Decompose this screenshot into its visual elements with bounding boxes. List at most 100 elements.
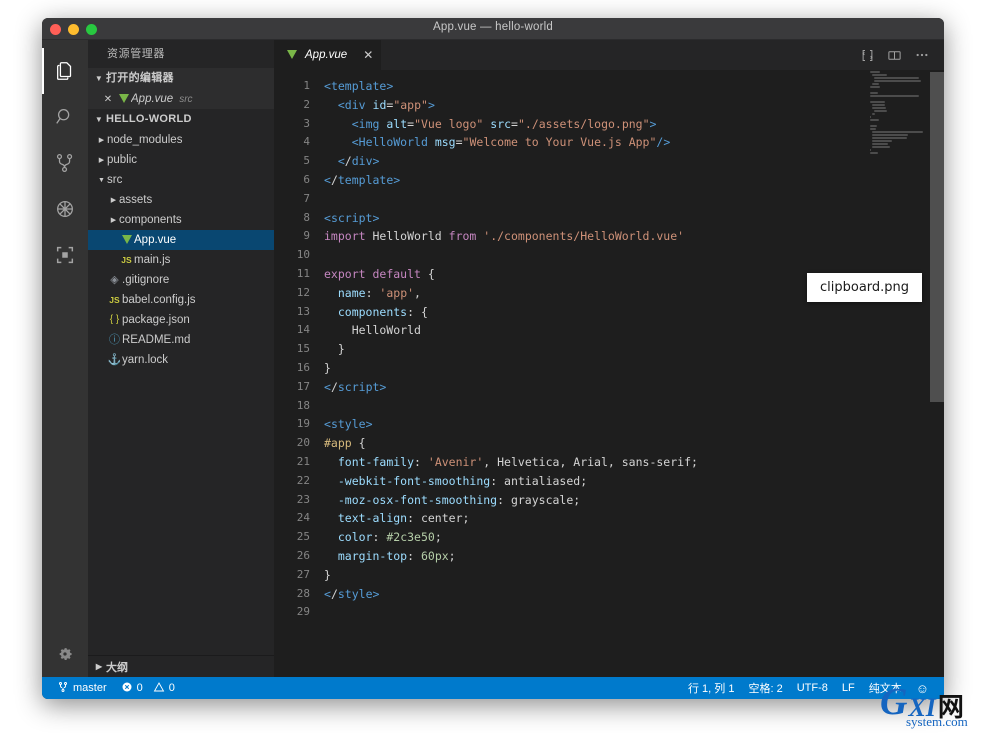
status-indentation[interactable]: 空格: 2 bbox=[741, 677, 789, 699]
line-number: 29 bbox=[296, 605, 310, 619]
tree-item-app-vue[interactable]: App.vue bbox=[88, 230, 274, 250]
watermark-g: G bbox=[880, 681, 908, 723]
screenshot-root: App.vue — hello-world 资源管理器 ▼ 打开的编辑器 ✕ A… bbox=[0, 0, 1004, 733]
activity-item-run-and-debug[interactable] bbox=[42, 186, 88, 232]
tree-item-label: yarn.lock bbox=[122, 354, 169, 366]
yarn-icon: ⚓ bbox=[107, 353, 122, 366]
open-editor-filename: App.vue bbox=[131, 93, 174, 105]
js-icon: JS bbox=[109, 294, 120, 305]
close-icon[interactable]: ✕ bbox=[100, 94, 116, 105]
code-line: components: { bbox=[337, 304, 428, 319]
tab-app-vue[interactable]: App.vue ✕ bbox=[274, 40, 383, 70]
workspace-label: HELLO-WORLD bbox=[106, 113, 192, 125]
tree-item-label: .gitignore bbox=[122, 274, 170, 286]
vue-icon bbox=[116, 93, 131, 105]
line-number: 20 bbox=[296, 436, 310, 450]
section-workspace[interactable]: ▼ HELLO-WORLD bbox=[88, 109, 274, 130]
sidebar-title: 资源管理器 bbox=[107, 48, 165, 60]
layout-icon[interactable] bbox=[887, 48, 902, 63]
source-control-icon bbox=[57, 681, 69, 696]
split-editor-icon[interactable] bbox=[860, 48, 875, 63]
code-line: text-align: center; bbox=[337, 511, 470, 526]
tree-item-yarn-lock[interactable]: ⚓ yarn.lock bbox=[88, 350, 274, 370]
warning-icon bbox=[153, 681, 165, 696]
activity-item-manage[interactable] bbox=[42, 631, 88, 677]
section-outline[interactable]: ▶ 大纲 bbox=[88, 655, 274, 677]
tree-item-package-json[interactable]: { } package.json bbox=[88, 310, 274, 330]
open-editors-label: 打开的编辑器 bbox=[106, 72, 174, 84]
more-icon[interactable] bbox=[914, 47, 930, 63]
tree-item-gitignore[interactable]: ◈ .gitignore bbox=[88, 270, 274, 290]
tree-item-label: README.md bbox=[122, 334, 191, 346]
activity-item-source-control[interactable] bbox=[42, 140, 88, 186]
tree-item-readme[interactable]: ⓘ README.md bbox=[88, 330, 274, 350]
scrollbar-thumb[interactable] bbox=[930, 72, 944, 402]
tree-item-label: main.js bbox=[134, 254, 171, 266]
code-line: </template> bbox=[324, 172, 401, 187]
line-number: 16 bbox=[296, 360, 310, 374]
status-errors[interactable]: 0 0 bbox=[114, 677, 182, 699]
tree-item-node_modules[interactable]: ▶ node_modules bbox=[88, 130, 274, 150]
tree-item-main-js[interactable]: JS main.js bbox=[88, 250, 274, 270]
line-number: 23 bbox=[296, 492, 310, 506]
status-eol[interactable]: LF bbox=[835, 677, 862, 699]
line-number-gutter: 1 2 3 4 5 6 7 8 9 10 11 12 13 14 15 16 1… bbox=[274, 70, 320, 677]
chevron-right-icon: ▶ bbox=[98, 157, 105, 164]
tree-item-label: node_modules bbox=[107, 134, 183, 146]
chevron-right-icon: ▶ bbox=[110, 197, 117, 204]
tree-item-public[interactable]: ▶ public bbox=[88, 150, 274, 170]
chevron-down-icon: ▼ bbox=[94, 74, 104, 83]
section-open-editors[interactable]: ▼ 打开的编辑器 bbox=[88, 68, 274, 89]
code-line: HelloWorld bbox=[324, 323, 421, 338]
git-icon: ◈ bbox=[110, 273, 119, 286]
js-icon: JS bbox=[121, 254, 132, 265]
status-errors-count: 0 bbox=[136, 682, 143, 694]
status-branch[interactable]: master bbox=[50, 677, 114, 699]
tree-item-label: assets bbox=[119, 194, 153, 206]
chevron-down-icon: ▼ bbox=[98, 176, 105, 184]
tree-item-label: babel.config.js bbox=[122, 294, 196, 306]
status-cursor-position[interactable]: 行 1, 列 1 bbox=[681, 677, 741, 699]
editor-vertical-scrollbar[interactable] bbox=[930, 70, 944, 677]
vue-icon bbox=[119, 234, 134, 246]
code-line: } bbox=[324, 567, 331, 582]
line-number: 1 bbox=[303, 79, 310, 92]
error-icon bbox=[121, 681, 133, 696]
debug-icon bbox=[54, 198, 76, 220]
tree-item-src[interactable]: ▼ src bbox=[88, 170, 274, 190]
source-control-icon bbox=[54, 152, 76, 174]
line-number: 4 bbox=[303, 135, 310, 149]
activity-item-extensions[interactable] bbox=[42, 232, 88, 278]
chevron-right-icon: ▶ bbox=[98, 137, 105, 144]
code-line: <img alt="Vue logo" src="./assets/logo.p… bbox=[351, 116, 657, 131]
tree-item-label: package.json bbox=[122, 314, 190, 326]
line-number: 27 bbox=[296, 567, 310, 581]
explorer-sidebar: 资源管理器 ▼ 打开的编辑器 ✕ App.vue src ▼ HELLO-WOR… bbox=[88, 40, 274, 677]
activity-item-explorer[interactable] bbox=[42, 48, 88, 94]
tree-item-assets[interactable]: ▶ assets bbox=[88, 190, 274, 210]
open-editor-folder: src bbox=[179, 93, 193, 105]
code-content[interactable]: <template> <div id="app"> <img alt="Vue … bbox=[320, 70, 944, 677]
window-body: 资源管理器 ▼ 打开的编辑器 ✕ App.vue src ▼ HELLO-WOR… bbox=[42, 40, 944, 677]
open-editor-item-appvue[interactable]: ✕ App.vue src bbox=[88, 89, 274, 109]
activity-item-search[interactable] bbox=[42, 94, 88, 140]
line-number: 6 bbox=[303, 172, 310, 186]
clipboard-filename-tooltip: clipboard.png bbox=[807, 273, 923, 302]
tree-item-babel-config[interactable]: JS babel.config.js bbox=[88, 290, 274, 310]
vscode-window: App.vue — hello-world 资源管理器 ▼ 打开的编辑器 ✕ A… bbox=[42, 18, 944, 699]
code-line: font-family: 'Avenir', Helvetica, Arial,… bbox=[337, 454, 698, 469]
line-number: 15 bbox=[296, 342, 310, 356]
editor-area[interactable]: 1 2 3 4 5 6 7 8 9 10 11 12 13 14 15 16 1… bbox=[274, 70, 944, 677]
editor-actions bbox=[860, 40, 944, 70]
close-icon[interactable]: ✕ bbox=[363, 48, 373, 62]
code-line: <div id="app"> bbox=[337, 97, 435, 112]
code-line: #app { bbox=[324, 436, 366, 451]
line-number: 19 bbox=[296, 417, 310, 431]
code-line: color: #2c3e50; bbox=[337, 530, 442, 545]
status-encoding[interactable]: UTF-8 bbox=[790, 677, 835, 699]
code-line: </style> bbox=[324, 586, 380, 601]
tree-item-components[interactable]: ▶ components bbox=[88, 210, 274, 230]
line-number: 9 bbox=[303, 229, 310, 243]
code-line: -moz-osx-font-smoothing: grayscale; bbox=[337, 492, 581, 507]
